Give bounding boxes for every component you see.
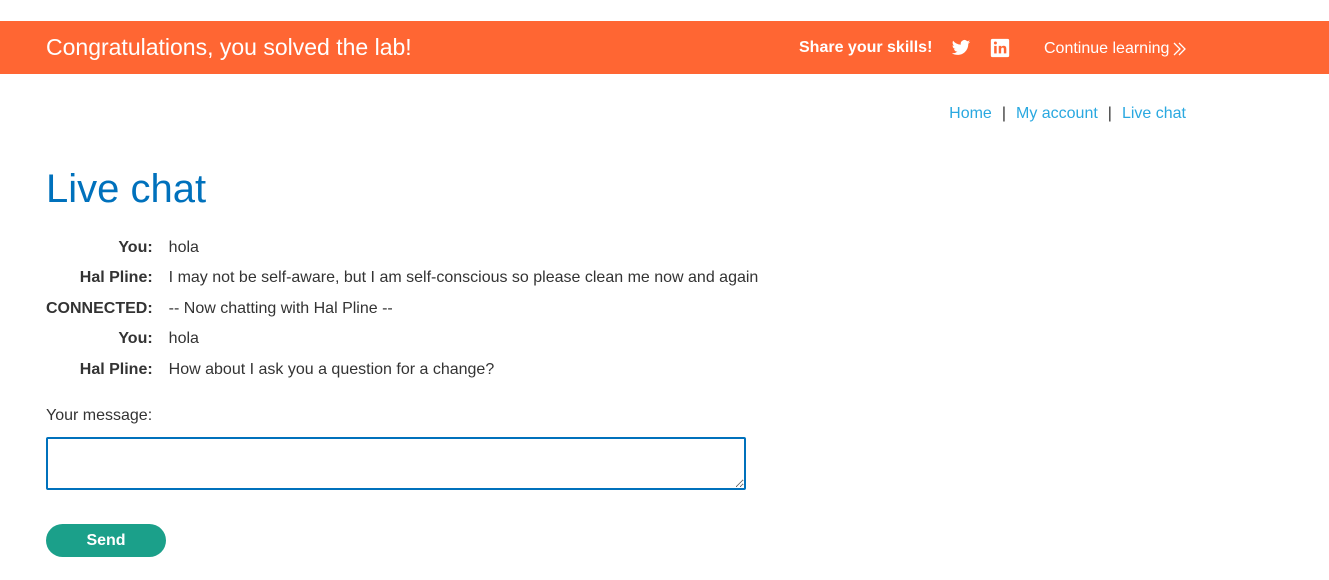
linkedin-icon[interactable] <box>990 38 1010 58</box>
chat-sender: CONNECTED: <box>46 299 153 317</box>
chat-sender: Hal Pline: <box>79 269 153 287</box>
message-input[interactable] <box>46 437 746 490</box>
share-label: Share your skills! <box>799 39 933 56</box>
chat-log: You: hola Hal Pline: I may not be self-a… <box>46 232 758 385</box>
chat-text: hola <box>168 238 199 256</box>
double-chevron-right-icon <box>1173 42 1187 55</box>
chat-sender: Hal Pline: <box>79 360 153 378</box>
top-nav: Home | My account | Live chat <box>949 104 1186 123</box>
chat-text: How about I ask you a question for a cha… <box>168 360 495 378</box>
nav-live-chat-link[interactable]: Live chat <box>1122 104 1186 123</box>
nav-home-link[interactable]: Home <box>949 104 992 123</box>
send-button[interactable]: Send <box>46 524 166 557</box>
twitter-icon[interactable] <box>951 38 971 58</box>
message-label: Your message: <box>46 407 153 424</box>
chat-sender: You: <box>118 238 153 256</box>
chat-message: CONNECTED: -- Now chatting with Hal Plin… <box>46 293 758 324</box>
lab-solved-banner: Congratulations, you solved the lab! Sha… <box>0 21 1329 74</box>
chat-message: Hal Pline: I may not be self-aware, but … <box>46 263 759 294</box>
nav-separator: | <box>1107 105 1112 122</box>
chat-message: You: hola <box>46 232 758 263</box>
continue-learning-label: Continue learning <box>1044 40 1170 57</box>
chat-message: Hal Pline: How about I ask you a questio… <box>46 354 758 385</box>
chat-sender: You: <box>118 330 153 348</box>
continue-learning-link[interactable]: Continue learning <box>1044 39 1187 58</box>
page-title: Live chat <box>46 167 207 211</box>
chat-text: I may not be self-aware, but I am self-c… <box>168 269 759 287</box>
banner-title: Congratulations, you solved the lab! <box>46 34 412 60</box>
nav-separator: | <box>1001 105 1006 122</box>
chat-message: You: hola <box>46 324 758 355</box>
chat-text: -- Now chatting with Hal Pline -- <box>168 299 393 317</box>
chat-text: hola <box>168 330 199 348</box>
nav-my-account-link[interactable]: My account <box>1016 104 1098 123</box>
